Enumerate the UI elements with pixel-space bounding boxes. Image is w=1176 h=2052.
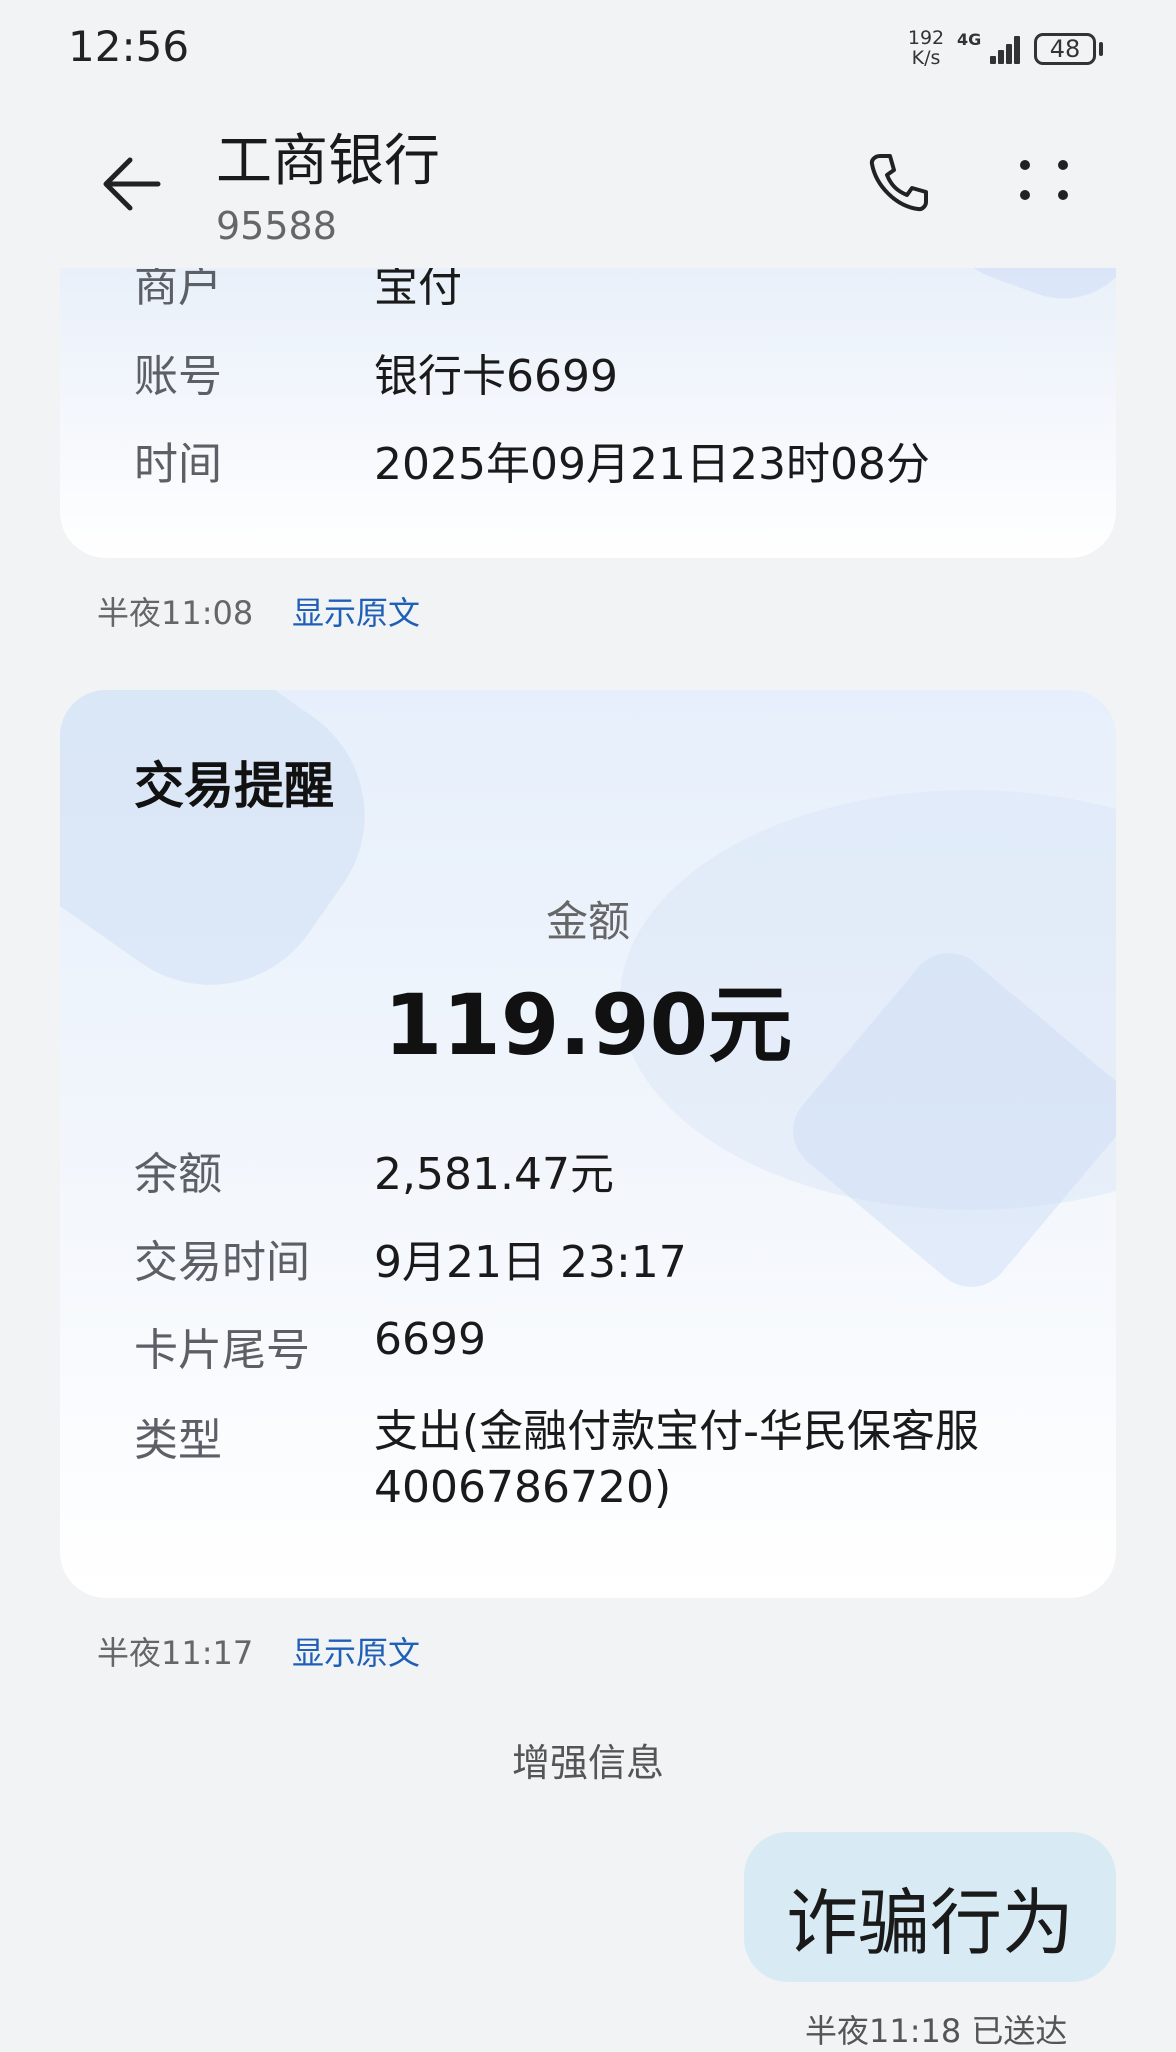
battery-level: 48	[1049, 35, 1081, 63]
sent-message-text: 诈骗行为	[785, 1881, 1074, 1965]
battery-tip	[1099, 42, 1103, 56]
more-icon[interactable]	[1016, 152, 1072, 208]
card-tail-label: 卡片尾号	[134, 1325, 310, 1376]
balance-value: 2,581.47元	[374, 1149, 614, 1200]
message-time: 半夜11:17	[97, 1634, 254, 1672]
enhanced-info-label[interactable]: 增强信息	[0, 1732, 1176, 1787]
type-value: 支出(金融付款宝付-华民保客服4006786720)	[374, 1406, 980, 1513]
sent-status: 半夜11:18 已送达	[805, 2012, 1068, 2050]
network-speed: 192 K/s	[906, 28, 946, 68]
transaction-time-label: 交易时间	[134, 1237, 310, 1288]
amount-value: 119.90元	[383, 976, 793, 1074]
account-label: 账号	[134, 351, 222, 402]
status-time: 12:56	[68, 22, 190, 71]
chat-header: 工商银行 95588	[0, 100, 1176, 268]
sent-message-bubble[interactable]: 诈骗行为	[744, 1832, 1116, 1982]
show-original-link[interactable]: 显示原文	[292, 1628, 420, 1674]
time-label: 时间	[134, 439, 222, 490]
network-speed-value: 192	[907, 27, 945, 49]
message-time: 半夜11:08	[97, 594, 254, 632]
type-label: 类型	[134, 1415, 222, 1466]
signal-icon	[976, 30, 1022, 64]
status-bar: 12:56 192 K/s 4G 48	[0, 0, 1176, 100]
show-original-link[interactable]: 显示原文	[292, 588, 420, 634]
network-speed-unit: K/s	[911, 47, 941, 69]
balance-label: 余额	[134, 1149, 222, 1200]
amount-label: 金额	[545, 897, 630, 946]
card-title: 交易提醒	[134, 757, 334, 815]
page-title: 工商银行	[216, 129, 440, 194]
message-card-transaction: 交易提醒 金额 119.90元 余额 2,581.47元 交易时间 9月21日 …	[60, 690, 1116, 1598]
sender-number: 95588	[216, 204, 337, 248]
transaction-time-value: 9月21日 23:17	[374, 1237, 687, 1288]
back-arrow-icon[interactable]	[96, 148, 168, 220]
phone-icon[interactable]	[866, 150, 930, 214]
account-value: 银行卡6699	[374, 351, 618, 402]
card-tail-value: 6699	[374, 1314, 486, 1365]
time-value: 2025年09月21日23时08分	[374, 439, 930, 490]
